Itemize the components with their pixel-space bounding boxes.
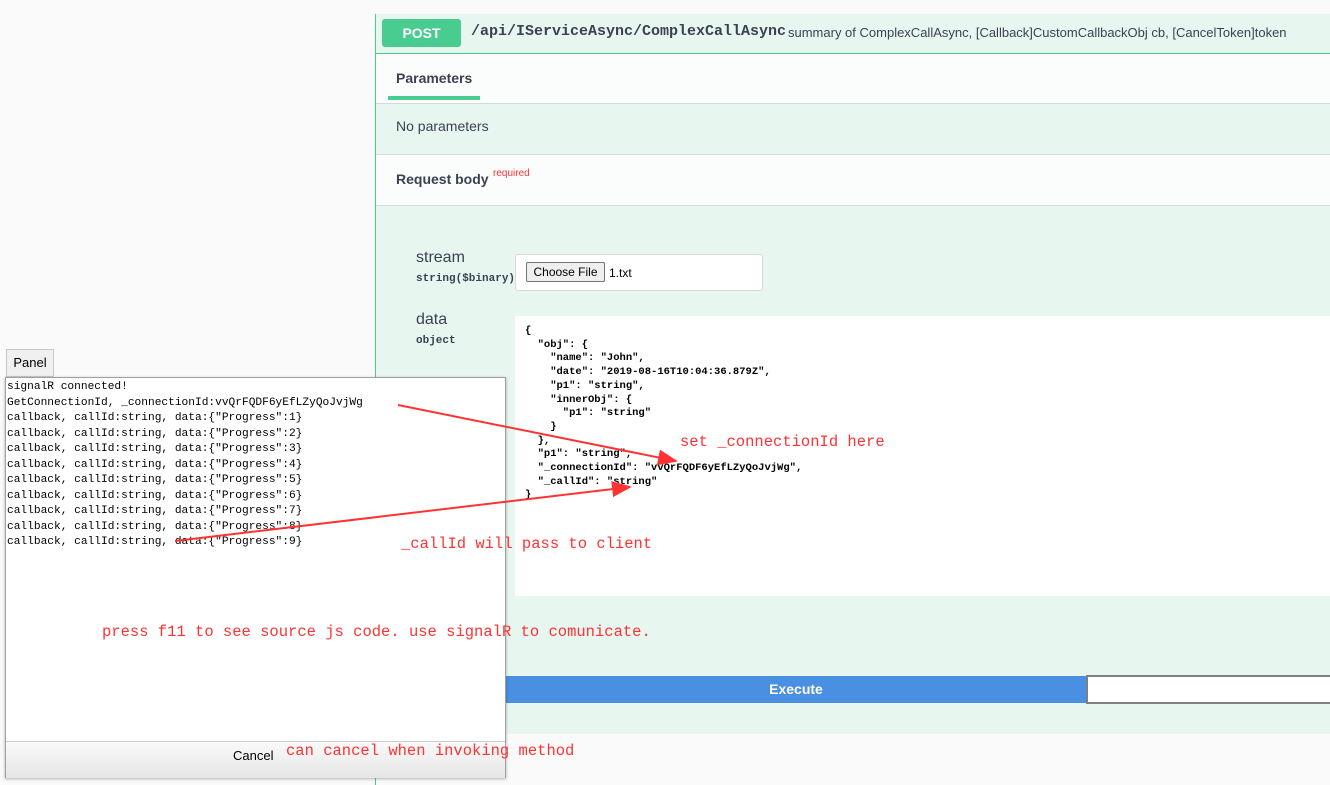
- annotation-callid: _callId will pass to client: [401, 535, 653, 553]
- annotation-cancel: can cancel when invoking method: [286, 742, 575, 760]
- annotation-connection: set _connectionId here: [680, 433, 885, 451]
- annotation-arrows: [174, 404, 678, 542]
- connection-arrow: [397, 404, 678, 466]
- annotation-f11: press f11 to see source js code. use sig…: [102, 623, 651, 641]
- callid-arrow: [174, 481, 632, 542]
